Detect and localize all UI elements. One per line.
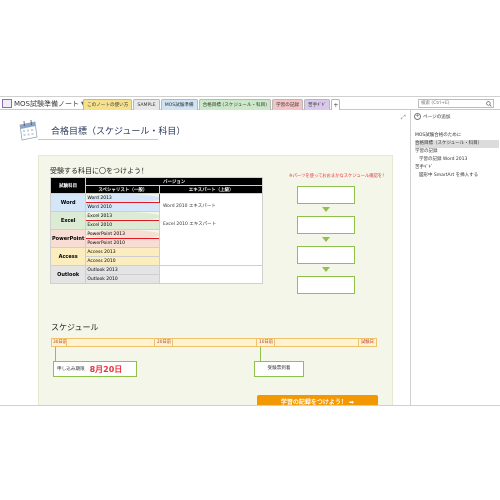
page-item[interactable]: 苦手ｷﾞｷﾞ [415, 164, 499, 172]
tab-sample[interactable]: SAMPLE [133, 99, 160, 110]
add-page-button[interactable]: + ページの追加 [414, 113, 450, 120]
tick-divider [256, 339, 257, 347]
milestone-stem [55, 347, 56, 361]
schedule-timeline: 30日前 20日前 10日前 試験日 [51, 338, 377, 347]
category-powerpoint: PowerPoint [49, 229, 87, 248]
specialist-cell[interactable]: PowerPoint 2010 [85, 238, 161, 248]
header-expert: エキスパート（上級） [159, 185, 263, 194]
page-canvas[interactable]: ⤢ 合格目標（スケジュール・科目） 受験する科目に〇をつけよう！ ※パーツを使っ… [0, 110, 410, 406]
specialist-cell[interactable]: Access 2010 [85, 256, 161, 266]
tick-divider [172, 339, 173, 347]
tab-weak[interactable]: 苦手ｷﾞｷﾞ [304, 99, 331, 110]
tick-20-days: 20日前 [157, 340, 172, 345]
category-word: Word [49, 193, 87, 212]
notebook-icon [2, 99, 12, 108]
flow-box-3[interactable] [297, 246, 355, 264]
add-section-button[interactable]: + [331, 99, 341, 110]
page-item[interactable]: 学習の記録 [415, 148, 499, 156]
header-specialist: スペシャリスト（一般） [85, 185, 161, 194]
add-page-label: ページの追加 [423, 114, 451, 120]
calendar-icon [19, 119, 38, 141]
specialist-cell[interactable]: Access 2013 [85, 247, 161, 257]
tick-exam-day: 試験日 [361, 340, 374, 345]
flow-box-1[interactable] [297, 186, 355, 204]
flow-arrow-icon [322, 237, 330, 242]
flow-arrow-icon [322, 267, 330, 272]
specialist-cell[interactable]: Outlook 2010 [85, 274, 161, 284]
search-icon [486, 101, 492, 107]
section-tabs: このノートの使い方 SAMPLE MOS試験準備 合格目標 (スケジュール・科目… [83, 99, 341, 110]
onenote-window: MOS試験準備ノート ▼ このノートの使い方 SAMPLE MOS試験準備 合格… [0, 96, 500, 406]
page-title[interactable]: 合格目標（スケジュール・科目） [51, 124, 185, 137]
page-item[interactable]: 図形中 SmartArt を挿入する [415, 172, 499, 180]
goal-panel: 受験する科目に〇をつけよう！ ※パーツを使っておおまかなスケジュール確認を！ 試… [38, 155, 393, 406]
page-item-selected[interactable]: 合格目標（スケジュール・科目） [415, 140, 499, 148]
page-list: MOS試験合格のために 合格目標（スケジュール・科目） 学習の記録 学習の記録 … [415, 132, 499, 180]
tick-divider [66, 339, 67, 347]
cta-label: 学習の記録をつけよう！ [280, 399, 347, 406]
deadline-date: 8月20日 [89, 364, 123, 374]
table-row: Word Word 2013 [49, 193, 263, 266]
study-log-link-button[interactable]: 学習の記録をつけよう！ ➡ [257, 395, 378, 406]
tab-study-log[interactable]: 学習の記録 [272, 99, 304, 110]
tab-how-to-use[interactable]: このノートの使い方 [83, 99, 133, 110]
specialist-cell[interactable]: Word 2010 [85, 202, 161, 212]
table-row: Outlook Outlook 2013 [49, 265, 263, 284]
tick-10-days: 10日前 [259, 340, 274, 345]
milestone-stem [260, 347, 261, 361]
specialist-cell[interactable]: Excel 2010 [85, 220, 161, 230]
expand-icon[interactable]: ⤢ [401, 114, 406, 122]
header-exam: 試験科目 [49, 177, 87, 194]
category-outlook: Outlook [49, 265, 87, 284]
search-input[interactable]: 検索 (Ctrl+E) [418, 99, 494, 108]
flow-box-2[interactable] [297, 216, 355, 234]
subject-heading: 受験する科目に〇をつけよう！ [50, 167, 148, 175]
title-divider [38, 139, 158, 140]
deadline-milestone[interactable]: 申し込み期限 8月20日 [53, 361, 137, 377]
tick-divider [358, 339, 359, 347]
plus-circle-icon: + [414, 113, 421, 120]
tick-divider [154, 339, 155, 347]
top-bar: MOS試験準備ノート ▼ このノートの使い方 SAMPLE MOS試験準備 合格… [0, 97, 500, 110]
specialist-cell[interactable]: PowerPoint 2013 [85, 229, 161, 239]
schedule-title: スケジュール [51, 323, 99, 332]
tab-mos-prep[interactable]: MOS試験準備 [160, 99, 198, 110]
subject-table: 試験科目 バージョン スペシャリスト（一般） エキスパート（上級） Word W… [49, 177, 263, 284]
table-header-row: 試験科目 バージョン [49, 177, 263, 194]
specialist-cell[interactable]: Outlook 2013 [85, 265, 161, 275]
specialist-cell[interactable]: Word 2013 [85, 193, 161, 203]
schedule-note: ※パーツを使っておおまかなスケジュール確認を！ [289, 174, 387, 179]
tick-divider [274, 339, 275, 347]
tab-goal[interactable]: 合格目標 (スケジュール・科目) [198, 99, 272, 110]
search-placeholder: 検索 (Ctrl+E) [421, 101, 450, 106]
category-access: Access [49, 247, 87, 266]
page-list-pane: + ページの追加 MOS試験合格のために 合格目標（スケジュール・科目） 学習の… [410, 110, 500, 405]
page-item[interactable]: 学習の記録 Word 2013 [415, 156, 499, 164]
flow-arrow-icon [322, 207, 330, 212]
specialist-cell[interactable]: Excel 2013 [85, 211, 161, 221]
expert-cell[interactable]: Excel 2010 エキスパート [163, 221, 216, 227]
ticket-milestone[interactable]: 受験票到着 [254, 361, 304, 377]
deadline-label: 申し込み期限 [57, 367, 85, 372]
notebook-title: MOS試験準備ノート [14, 99, 79, 108]
arrow-right-icon: ➡ [349, 399, 355, 406]
category-excel: Excel [49, 211, 87, 230]
tick-30-days: 30日前 [53, 340, 68, 345]
expert-cell-empty[interactable] [159, 265, 263, 284]
header-version: バージョン [85, 177, 263, 186]
expert-cell[interactable]: Word 2010 エキスパート [163, 203, 216, 209]
flow-box-4[interactable] [297, 276, 355, 294]
page-item[interactable]: MOS試験合格のために [415, 132, 499, 140]
notebook-selector[interactable]: MOS試験準備ノート ▼ [2, 98, 85, 109]
